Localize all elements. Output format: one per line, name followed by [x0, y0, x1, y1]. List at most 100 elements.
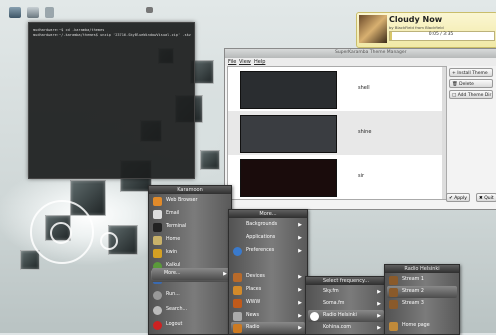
theme-row[interactable]: shell: [228, 67, 446, 111]
more-menu[interactable]: More... Backgrounds ▶ Applications ▶ Prefe…: [228, 209, 308, 335]
menu-item-terminal[interactable]: Terminal: [151, 221, 229, 233]
run-icon: [153, 291, 162, 300]
folder-icon[interactable]: [27, 7, 39, 18]
terminal-line: mudhardware:~/.karamba/themes$ unzip '23…: [33, 33, 191, 37]
arrow-right-icon: ▶: [377, 289, 381, 295]
karamoon-menu[interactable]: Karamoon Web Browser Email Terminal Home…: [148, 185, 232, 335]
theme-manager-window[interactable]: SuperKaramba Theme Manager File View Hel…: [224, 48, 496, 210]
kwin-icon: [153, 249, 162, 258]
menu-item-radio[interactable]: Radio ▶: [231, 322, 305, 334]
menu-title: More...: [229, 210, 307, 218]
delete-button[interactable]: 🗑 Delete: [449, 79, 493, 88]
window-titlebar[interactable]: SuperKaramba Theme Manager: [225, 49, 496, 58]
album-art: [359, 15, 387, 43]
stream-icon: [389, 288, 398, 297]
menu-item-email[interactable]: Email: [151, 208, 229, 220]
menu-item-stream-3[interactable]: Stream 3: [387, 298, 457, 310]
menu-file[interactable]: File: [228, 59, 236, 65]
home-page-icon: [389, 322, 398, 331]
arrow-right-icon: ▶: [298, 222, 302, 228]
menu-item-stream-1[interactable]: Stream 1: [387, 274, 457, 286]
pager-icon[interactable]: [146, 7, 153, 13]
arrow-right-icon: ▶: [377, 313, 381, 319]
arrow-right-icon: ▶: [298, 248, 302, 254]
theme-preview: [240, 71, 337, 109]
arrow-right-icon: ▶: [298, 274, 302, 280]
wallpaper-ring: [100, 232, 118, 250]
radio-icon: [233, 324, 242, 333]
arrow-right-icon: ▶: [377, 325, 381, 331]
news-icon: [233, 312, 242, 321]
menu-item-applications[interactable]: Applications ▶: [231, 232, 305, 244]
theme-row[interactable]: shine: [228, 111, 446, 155]
menu-item-news[interactable]: News ▶: [231, 310, 305, 322]
menu-title: Radio Helsinki: [385, 265, 459, 273]
arrow-right-icon: ▶: [377, 301, 381, 307]
radio-helsinki-menu[interactable]: Radio Helsinki Stream 1 Stream 2 Stream …: [384, 264, 460, 335]
radio-icon: [310, 312, 319, 321]
menu-item-stream-2[interactable]: Stream 2: [387, 286, 457, 298]
arrow-right-icon: ▶: [298, 313, 302, 319]
window-title: SuperKaramba Theme Manager: [335, 50, 407, 55]
menu-item-search[interactable]: Search...: [151, 304, 229, 316]
arrow-right-icon: ▶: [298, 287, 302, 293]
theme-list[interactable]: shell shine sir: [227, 66, 447, 200]
arrow-right-icon: ▶: [298, 325, 302, 331]
places-icon: [233, 286, 242, 295]
theme-row[interactable]: sir: [228, 155, 446, 199]
browser-icon: [153, 197, 162, 206]
menu-item-home[interactable]: Home: [151, 234, 229, 246]
devices-icon: [233, 273, 242, 282]
wallpaper-ring: [50, 222, 72, 244]
menu-title: Karamoon: [149, 186, 231, 194]
menu-item-soma-fm[interactable]: Soma.fm ▶: [308, 298, 384, 310]
menu-item-www[interactable]: WWW ▶: [231, 297, 305, 309]
stream-icon: [389, 300, 398, 309]
scrollbar[interactable]: [442, 67, 446, 199]
menu-item-logout[interactable]: Logout: [151, 319, 229, 331]
search-icon: [153, 306, 162, 315]
home-icon: [153, 236, 162, 245]
stream-icon: [389, 276, 398, 285]
menu-item-sky-fm[interactable]: Sky.fm ▶: [308, 286, 384, 298]
power-icon: [153, 321, 162, 330]
theme-name: shine: [358, 129, 372, 135]
arrow-right-icon: ▶: [298, 235, 302, 241]
menu-item-places[interactable]: Places ▶: [231, 284, 305, 296]
theme-name: shell: [358, 85, 370, 91]
menu-title: Select frequency...: [306, 277, 386, 285]
menu-item-kwin[interactable]: kwin: [151, 247, 229, 259]
terminal-window[interactable]: mudhardware:~$ cd .karamba/themes mudhar…: [28, 22, 195, 179]
desktop-icon[interactable]: [9, 7, 21, 18]
theme-preview: [240, 115, 337, 153]
menu-help[interactable]: Help: [254, 59, 265, 65]
menu-item-kohina[interactable]: Kohina.com ▶: [308, 322, 384, 334]
add-theme-dir-button[interactable]: □ Add Theme Dir: [449, 90, 493, 99]
arrow-right-icon: ▶: [223, 271, 227, 277]
song-time: 0:05 / 3:35: [428, 32, 454, 37]
menu-item-home-page[interactable]: Home page: [387, 320, 457, 332]
www-icon: [233, 299, 242, 308]
media-player-widget[interactable]: Cloudy Now by BlackField from Blackfield…: [356, 12, 496, 48]
email-icon: [153, 210, 162, 219]
install-theme-button[interactable]: + Install Theme: [449, 68, 493, 77]
apply-button[interactable]: ✔ Apply: [446, 193, 470, 202]
theme-preview: [240, 159, 337, 197]
preferences-icon: [233, 247, 242, 256]
wallpaper-cube: [200, 150, 220, 170]
menu-item-web-browser[interactable]: Web Browser: [151, 195, 229, 207]
menu-item-devices[interactable]: Devices ▶: [231, 271, 305, 283]
frequency-menu[interactable]: Select frequency... Sky.fm ▶ Soma.fm ▶ Rad…: [305, 276, 387, 335]
terminal-icon: [153, 223, 162, 232]
app-icon[interactable]: [45, 7, 54, 18]
menu-view[interactable]: View: [239, 59, 251, 65]
menu-item-run[interactable]: Run...: [151, 289, 229, 301]
arrow-right-icon: ▶: [298, 300, 302, 306]
more-button[interactable]: More... ▶: [152, 268, 230, 280]
song-artist: by BlackField from Blackfield: [389, 25, 444, 30]
menu-item-preferences[interactable]: Preferences ▶: [231, 245, 305, 257]
terminal-line: mudhardware:~$ cd .karamba/themes: [33, 28, 105, 32]
menu-item-radio-helsinki[interactable]: Radio Helsinki ▶: [308, 310, 384, 322]
menu-item-backgrounds[interactable]: Backgrounds ▶: [231, 219, 305, 231]
quit-button[interactable]: ✖ Quit: [476, 193, 496, 202]
